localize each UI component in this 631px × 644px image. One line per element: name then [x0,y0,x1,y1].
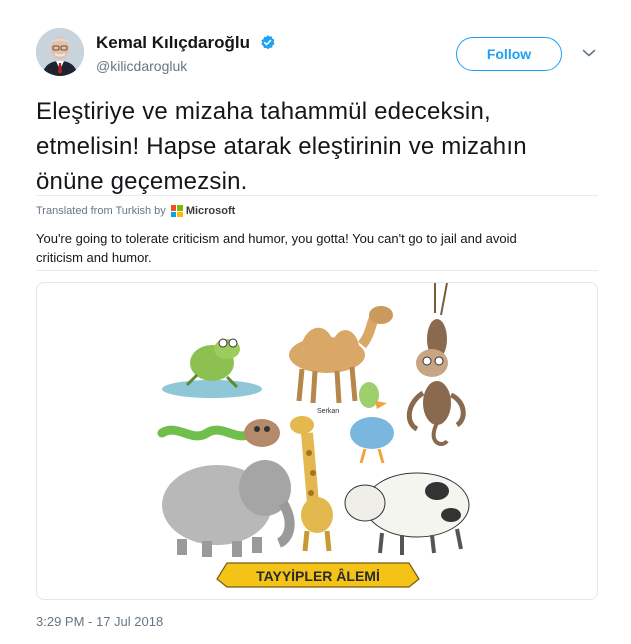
tweet-text-line: etmelisin! Hapse atarak eleştirinin ve m… [36,133,527,160]
translated-text: You're going to tolerate criticism and h… [36,229,596,267]
author-handle[interactable]: @kilicdarogluk [96,58,187,74]
follow-button[interactable]: Follow [456,37,562,71]
tweet-timestamp[interactable]: 3:29 PM - 17 Jul 2018 [36,614,163,629]
caption-serkan: Serkan [317,408,339,415]
author-name-text[interactable]: Kemal Kılıçdaroğlu [96,33,250,52]
monkey-figure [406,283,466,446]
tweet-text-line: Eleştiriye ve mizaha tahammül edeceksin, [36,98,491,125]
author-avatar[interactable] [36,28,84,76]
tweet-text-line: önüne geçemezsin. [36,168,248,195]
cow-figure [344,472,470,555]
microsoft-logo-icon [170,205,183,217]
tweet-header: Kemal Kılıçdaroğlu @kilicdarogluk Follow [36,28,606,84]
translation-attribution: Translated from Turkish by Microsoft [36,205,235,217]
translated-text-line: You're going to tolerate criticism and h… [36,231,517,246]
author-name[interactable]: Kemal Kılıçdaroğlu [96,33,276,53]
elephant-figure [162,460,295,557]
translated-text-line: criticism and humor. [36,250,152,265]
tweet-text: Eleştiriye ve mizaha tahammül edeceksin,… [36,94,606,199]
title-banner: TAYYİPLER ÂLEMİ [216,562,420,588]
chevron-down-icon[interactable] [580,44,598,62]
tweet-media-image[interactable]: Serkan TAYYİPLER ÂLEMİ [36,282,598,600]
avatar-image [36,28,84,76]
frog-figure [162,338,262,398]
verified-badge-icon [261,35,275,50]
banner-text: TAYYİPLER ÂLEMİ [256,567,380,584]
divider [36,270,598,271]
cartoon-image: Serkan TAYYİPLER ÂLEMİ [157,283,470,588]
snake-figure [157,419,280,447]
translated-from-label: Translated from Turkish by [36,205,166,217]
divider [36,195,598,196]
giraffe-figure [290,416,333,552]
translator-name[interactable]: Microsoft [186,205,236,217]
